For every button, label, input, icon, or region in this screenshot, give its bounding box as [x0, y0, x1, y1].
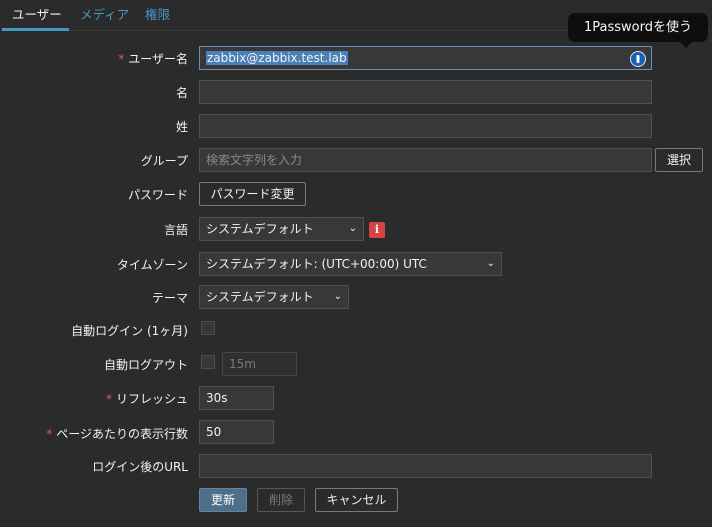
info-icon[interactable]: i [369, 222, 385, 238]
password-label: パスワード [127, 188, 188, 202]
autologin-label: 自動ログイン (1ヶ月) [71, 324, 188, 338]
last-name-input[interactable] [199, 114, 652, 138]
language-label: 言語 [163, 223, 188, 237]
first-name-label: 名 [175, 86, 188, 100]
username-value: zabbix@zabbix.test.lab [206, 51, 348, 65]
chevron-down-icon: ⌄ [333, 291, 342, 302]
url-after-login-label: ログイン後のURL [92, 460, 188, 474]
theme-label: テーマ [151, 291, 188, 305]
theme-value: システムデフォルト [206, 290, 314, 304]
tab-user[interactable]: ユーザー [12, 6, 62, 30]
rows-per-page-label: * ページあたりの表示行数 [46, 425, 188, 442]
autologout-input[interactable]: 15m [222, 352, 297, 376]
timezone-value: システムデフォルト: (UTC+00:00) UTC [206, 257, 427, 271]
groups-search-input[interactable]: 検索文字列を入力 [199, 148, 652, 172]
autologin-checkbox[interactable] [201, 321, 215, 335]
username-label: * ユーザー名 [118, 50, 188, 67]
theme-select[interactable]: システムデフォルト ⌄ [199, 285, 349, 309]
update-button[interactable]: 更新 [199, 488, 247, 512]
language-select[interactable]: システムデフォルト ⌄ [199, 217, 364, 241]
refresh-input[interactable]: 30s [199, 386, 274, 410]
chevron-down-icon: ⌄ [348, 223, 357, 234]
active-tab-indicator [2, 28, 69, 31]
first-name-input[interactable] [199, 80, 652, 104]
last-name-label: 姓 [175, 120, 188, 134]
cancel-button[interactable]: キャンセル [315, 488, 398, 512]
refresh-label: * リフレッシュ [106, 390, 188, 407]
1password-icon[interactable] [630, 51, 646, 67]
timezone-label: タイムゾーン [116, 258, 188, 272]
required-mark: * [118, 52, 125, 66]
password-manager-tooltip: 1Passwordを使う [568, 13, 708, 48]
autologout-checkbox[interactable] [201, 355, 215, 369]
groups-placeholder: 検索文字列を入力 [206, 153, 303, 167]
rows-per-page-input[interactable]: 50 [199, 420, 274, 444]
required-mark: * [46, 427, 53, 441]
tab-media[interactable]: メディア [80, 6, 129, 30]
required-mark: * [105, 392, 112, 406]
username-label-text: ユーザー名 [128, 52, 188, 66]
tab-permissions[interactable]: 権限 [145, 6, 170, 30]
chevron-down-icon: ⌄ [486, 258, 495, 269]
timezone-select[interactable]: システムデフォルト: (UTC+00:00) UTC ⌄ [199, 252, 502, 276]
autologout-label: 自動ログアウト [103, 358, 188, 372]
url-after-login-input[interactable] [199, 454, 652, 478]
username-input[interactable]: zabbix@zabbix.test.lab [199, 46, 652, 70]
delete-button[interactable]: 削除 [257, 488, 305, 512]
change-password-button[interactable]: パスワード変更 [199, 182, 306, 206]
language-value: システムデフォルト [206, 222, 314, 236]
groups-select-button[interactable]: 選択 [655, 148, 703, 172]
groups-label: グループ [140, 154, 188, 168]
rows-per-page-label-text: ページあたりの表示行数 [56, 427, 188, 441]
refresh-label-text: リフレッシュ [115, 392, 188, 406]
